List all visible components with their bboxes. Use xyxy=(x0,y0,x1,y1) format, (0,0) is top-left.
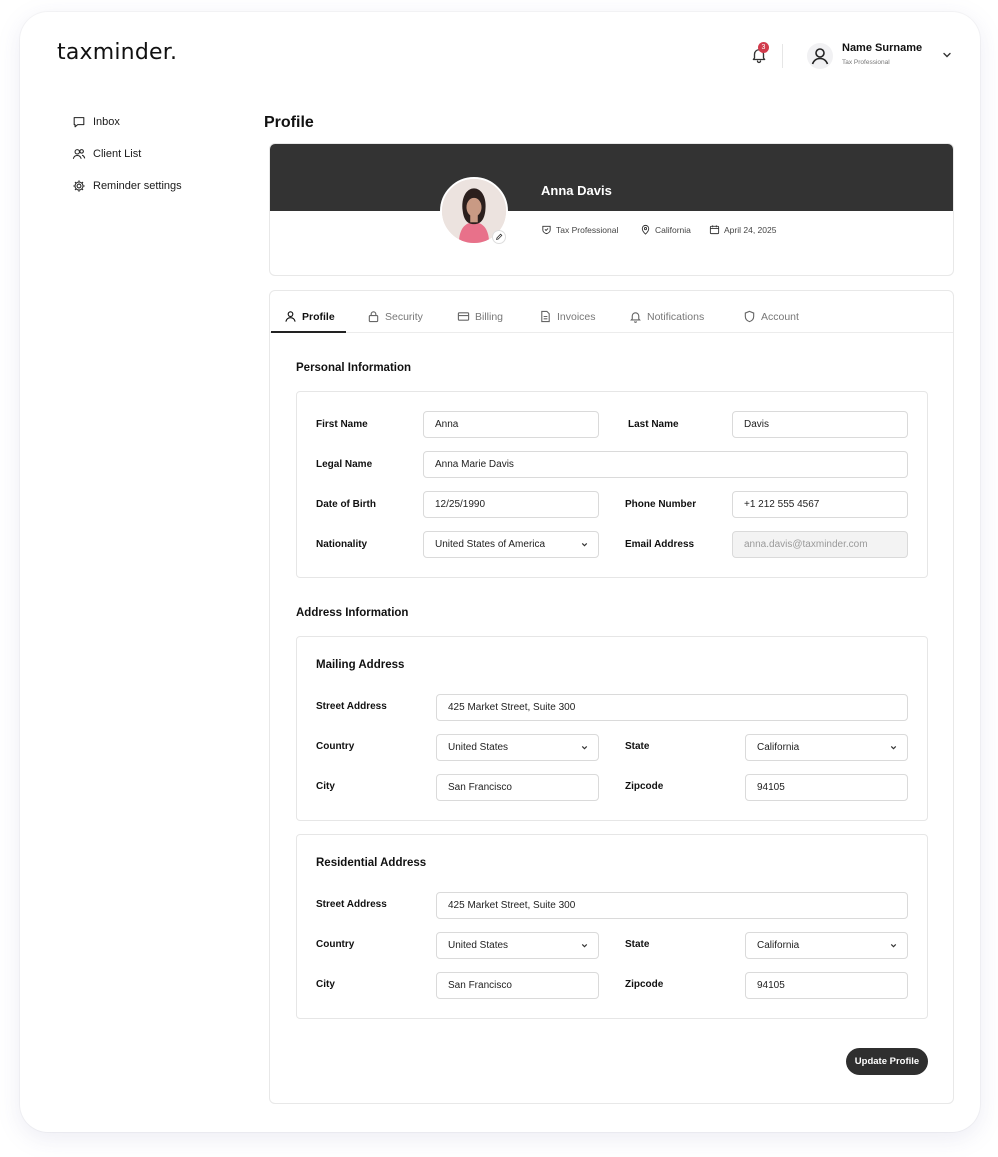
state-label: State xyxy=(625,741,650,752)
dob-input[interactable]: 12/25/1990 xyxy=(423,491,599,518)
country-select[interactable]: United States xyxy=(436,932,599,959)
profile-role: Tax Professional xyxy=(541,224,618,235)
city-input[interactable]: San Francisco xyxy=(436,774,599,801)
app-window: taxminder. 3 Name Surname Tax Profession… xyxy=(20,12,980,1132)
profile-location: California xyxy=(640,224,691,235)
calendar-icon xyxy=(709,225,720,235)
street-input[interactable]: 425 Market Street, Suite 300 xyxy=(436,694,908,721)
last-name-input[interactable]: Davis xyxy=(732,411,908,438)
profile-name: Anna Davis xyxy=(541,183,612,198)
first-name-input[interactable]: Anna xyxy=(423,411,599,438)
message-icon xyxy=(73,117,85,128)
chevron-down-icon xyxy=(581,944,588,948)
first-name-label: First Name xyxy=(316,419,368,430)
street-input[interactable]: 425 Market Street, Suite 300 xyxy=(436,892,908,919)
active-tab-indicator xyxy=(271,331,346,333)
phone-input[interactable]: +1 212 555 4567 xyxy=(732,491,908,518)
badge-icon xyxy=(542,225,551,235)
street-label: Street Address xyxy=(316,701,387,712)
chevron-down-icon xyxy=(890,746,897,750)
sidebar-item-label: Inbox xyxy=(93,116,120,128)
gear-icon xyxy=(73,180,85,192)
country-label: Country xyxy=(316,939,355,950)
country-label: Country xyxy=(316,741,355,752)
profile-header-card: Anna Davis Tax Professional California A… xyxy=(269,143,954,276)
app-logo[interactable]: taxminder. xyxy=(57,40,177,65)
update-profile-button[interactable]: Update Profile xyxy=(846,1048,928,1075)
chevron-down-icon xyxy=(890,944,897,948)
nationality-select[interactable]: United States of America xyxy=(423,531,599,558)
tab-invoices[interactable]: Invoices xyxy=(539,310,596,323)
profile-date: April 24, 2025 xyxy=(709,224,776,235)
tab-profile[interactable]: Profile xyxy=(284,310,335,323)
edit-avatar-button[interactable] xyxy=(492,230,506,244)
lock-icon xyxy=(368,311,379,323)
tab-notifications[interactable]: Notifications xyxy=(629,310,704,323)
city-label: City xyxy=(316,781,335,792)
chevron-down-icon xyxy=(581,746,588,750)
zip-label: Zipcode xyxy=(625,781,664,792)
legal-name-label: Legal Name xyxy=(316,459,373,470)
phone-label: Phone Number xyxy=(625,499,697,510)
user-name: Name Surname xyxy=(842,42,923,54)
profile-form-card: Profile Security Billing Invoices Notifi… xyxy=(269,290,954,1104)
credit-card-icon xyxy=(457,312,470,321)
legal-name-input[interactable]: Anna Marie Davis xyxy=(423,451,908,478)
state-select[interactable]: California xyxy=(745,734,908,761)
zip-input[interactable]: 94105 xyxy=(745,774,908,801)
zip-input[interactable]: 94105 xyxy=(745,972,908,999)
mailing-address-title: Mailing Address xyxy=(316,659,405,671)
email-input: anna.davis@taxminder.com xyxy=(732,531,908,558)
user-role: Tax Professional xyxy=(842,59,890,66)
residential-address-box: Residential Address Street Address 425 M… xyxy=(296,834,928,1019)
sidebar-item-inbox[interactable]: Inbox xyxy=(72,115,120,129)
street-label: Street Address xyxy=(316,899,387,910)
header-divider xyxy=(782,44,783,68)
dob-label: Date of Birth xyxy=(316,499,376,510)
sidebar-item-label: Reminder settings xyxy=(93,180,182,192)
personal-info-title: Personal Information xyxy=(296,362,412,374)
page-title: Profile xyxy=(264,114,314,131)
email-label: Email Address xyxy=(625,539,695,550)
city-label: City xyxy=(316,979,335,990)
pencil-icon xyxy=(496,233,503,240)
mailing-address-box: Mailing Address Street Address 425 Marke… xyxy=(296,636,928,821)
document-icon xyxy=(541,310,550,323)
sidebar-item-label: Client List xyxy=(93,148,142,160)
location-pin-icon xyxy=(641,224,650,235)
tab-security[interactable]: Security xyxy=(367,310,423,323)
chevron-down-icon[interactable] xyxy=(941,49,953,61)
personal-info-box: First Name Anna Last Name Davis Legal Na… xyxy=(296,391,928,578)
user-icon xyxy=(285,311,296,322)
zip-label: Zipcode xyxy=(625,979,664,990)
users-icon xyxy=(72,149,86,159)
city-input[interactable]: San Francisco xyxy=(436,972,599,999)
tab-account[interactable]: Account xyxy=(743,310,799,323)
residential-address-title: Residential Address xyxy=(316,857,427,869)
user-avatar[interactable] xyxy=(807,43,833,69)
state-label: State xyxy=(625,939,650,950)
profile-banner xyxy=(270,144,953,211)
shield-icon xyxy=(744,310,755,323)
country-select[interactable]: United States xyxy=(436,734,599,761)
notification-badge: 3 xyxy=(758,42,769,53)
tab-bar: Profile Security Billing Invoices Notifi… xyxy=(270,291,953,333)
last-name-label: Last Name xyxy=(628,419,679,430)
chevron-down-icon xyxy=(581,543,588,547)
bell-icon xyxy=(630,312,641,323)
sidebar-item-client-list[interactable]: Client List xyxy=(72,147,141,161)
address-info-title: Address Information xyxy=(296,607,409,619)
user-icon xyxy=(811,48,829,65)
nationality-label: Nationality xyxy=(316,539,368,550)
state-select[interactable]: California xyxy=(745,932,908,959)
tab-billing[interactable]: Billing xyxy=(457,310,503,323)
sidebar-item-reminder-settings[interactable]: Reminder settings xyxy=(72,179,182,193)
